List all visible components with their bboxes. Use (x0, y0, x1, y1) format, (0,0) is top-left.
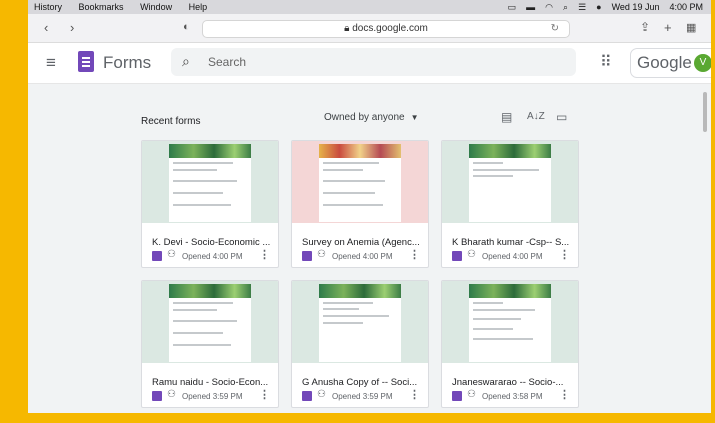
menu-help[interactable]: Help (189, 2, 208, 12)
forms-icon (152, 251, 162, 261)
section-title: Recent forms (141, 116, 201, 127)
form-thumbnail (442, 141, 578, 223)
new-tab-icon[interactable]: + (664, 20, 672, 35)
opened-time: Opened 3:59 PM (332, 392, 393, 401)
reload-icon[interactable]: ↻ (551, 21, 559, 37)
more-options-icon[interactable]: ⋮ (409, 388, 420, 401)
shared-users-icon: ⚇ (167, 389, 176, 400)
form-card[interactable]: Survey on Anemia (Agenc... ⚇ Opened 4:00… (291, 140, 429, 268)
google-logo-text: Google (637, 53, 692, 72)
control-center-icon[interactable]: ☰ (578, 0, 586, 14)
form-title: Ramu naidu - Socio-Econ... (152, 377, 269, 388)
form-thumbnail (292, 281, 428, 363)
more-options-icon[interactable]: ⋮ (559, 388, 570, 401)
battery-icon[interactable]: ▬ (526, 0, 535, 14)
form-card[interactable]: K Bharath kumar -Csp-- S... ⚇ Opened 4:0… (441, 140, 579, 268)
form-card[interactable]: K. Devi - Socio-Economic ... ⚇ Opened 4:… (141, 140, 279, 268)
form-title: K. Devi - Socio-Economic ... (152, 237, 271, 248)
form-thumbnail (442, 281, 578, 363)
forms-icon (302, 391, 312, 401)
avatar[interactable]: V (694, 54, 711, 72)
shared-users-icon: ⚇ (317, 389, 326, 400)
form-card[interactable]: Jnaneswararao -- Socio-... ⚇ Opened 3:58… (441, 280, 579, 408)
opened-time: Opened 4:00 PM (182, 252, 243, 261)
form-title: K Bharath kumar -Csp-- S... (452, 237, 570, 248)
form-thumbnail (142, 141, 278, 223)
menu-bookmarks[interactable]: Bookmarks (79, 2, 124, 12)
form-thumbnail (142, 281, 278, 363)
scrollbar[interactable] (703, 92, 707, 132)
more-options-icon[interactable]: ⋮ (409, 248, 420, 261)
shared-users-icon: ⚇ (317, 249, 326, 260)
forms-header: ≡ Forms ⌕ Search ⠿ Google V (28, 43, 711, 84)
share-icon[interactable]: ⇪ (640, 20, 650, 34)
forward-arrow-icon[interactable]: › (70, 20, 74, 35)
owner-filter-dropdown[interactable]: Owned by anyone ▼ (324, 112, 419, 123)
opened-time: Opened 4:00 PM (482, 252, 543, 261)
owner-filter-label: Owned by anyone (324, 112, 405, 123)
form-card[interactable]: Ramu naidu - Socio-Econ... ⚇ Opened 3:59… (141, 280, 279, 408)
sort-az-icon[interactable]: A↓Z (527, 111, 545, 122)
list-view-icon[interactable]: ▤ (501, 110, 512, 124)
privacy-shield-icon[interactable]: ◐ (183, 21, 190, 33)
shared-users-icon: ⚇ (167, 249, 176, 260)
search-box[interactable]: ⌕ Search (171, 48, 576, 76)
browser-toolbar: ‹ › ◐ 🔒︎ docs.google.com ↻ ⇪ + ▦ (28, 14, 711, 43)
shared-users-icon: ⚇ (467, 249, 476, 260)
siri-icon[interactable]: ● (596, 0, 601, 14)
app-name[interactable]: Forms (103, 53, 151, 73)
more-options-icon[interactable]: ⋮ (259, 388, 270, 401)
search-icon[interactable]: ⌕ (182, 53, 190, 70)
form-card[interactable]: G Anusha Copy of -- Soci... ⚇ Opened 3:5… (291, 280, 429, 408)
more-options-icon[interactable]: ⋮ (259, 248, 270, 261)
folder-icon[interactable]: ▭ (556, 110, 567, 124)
menu-history[interactable]: History (34, 2, 62, 12)
address-bar[interactable]: 🔒︎ docs.google.com ↻ (202, 20, 570, 38)
forms-icon (152, 391, 162, 401)
forms-icon (452, 251, 462, 261)
shared-users-icon: ⚇ (467, 389, 476, 400)
form-thumbnail (292, 141, 428, 223)
wifi-icon[interactable]: ◠ (545, 0, 553, 14)
menu-window[interactable]: Window (140, 2, 172, 12)
recent-forms-area: Recent forms Owned by anyone ▼ ▤ A↓Z ▭ K.… (28, 84, 711, 413)
forms-icon (302, 251, 312, 261)
back-arrow-icon[interactable]: ‹ (44, 20, 48, 35)
google-account-button[interactable]: Google V (630, 48, 711, 78)
tab-overview-icon[interactable]: ▦ (686, 21, 696, 34)
form-title: G Anusha Copy of -- Soci... (302, 377, 418, 388)
forms-icon (452, 391, 462, 401)
main-menu-icon[interactable]: ≡ (46, 53, 56, 73)
form-title: Jnaneswararao -- Socio-... (452, 377, 564, 388)
display-icon[interactable]: ▭ (508, 0, 517, 14)
more-options-icon[interactable]: ⋮ (559, 248, 570, 261)
dropdown-caret-icon: ▼ (410, 113, 419, 122)
address-text: docs.google.com (352, 23, 428, 34)
menubar-date[interactable]: Wed 19 Jun (612, 0, 660, 14)
opened-time: Opened 4:00 PM (332, 252, 393, 261)
opened-time: Opened 3:59 PM (182, 392, 243, 401)
apps-grid-icon[interactable]: ⠿ (600, 52, 612, 72)
screen-frame: History Bookmarks Window Help ▭ ▬ ◠ ⌕ ☰ … (28, 0, 711, 413)
mac-menubar: History Bookmarks Window Help ▭ ▬ ◠ ⌕ ☰ … (28, 0, 711, 14)
lock-icon: 🔒︎ (344, 23, 350, 34)
search-input[interactable]: Search (208, 55, 246, 69)
forms-logo-icon[interactable] (78, 51, 94, 72)
menubar-time[interactable]: 4:00 PM (669, 0, 703, 14)
spotlight-icon[interactable]: ⌕ (563, 0, 568, 14)
opened-time: Opened 3:58 PM (482, 392, 543, 401)
form-title: Survey on Anemia (Agenc... (302, 237, 420, 248)
